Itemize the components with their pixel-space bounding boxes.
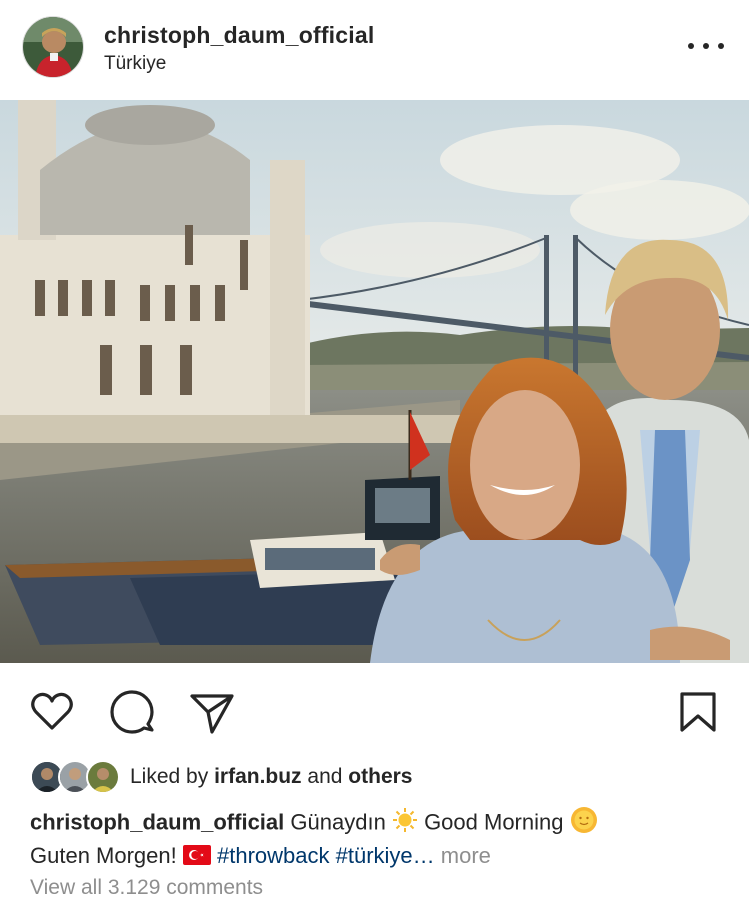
sun-icon xyxy=(392,807,418,840)
bookmark-icon[interactable] xyxy=(674,688,722,736)
action-bar xyxy=(0,680,749,740)
view-all-comments-link[interactable]: View all 3.129 comments xyxy=(30,876,263,900)
caption-more-link[interactable]: more xyxy=(441,843,491,868)
post-username[interactable]: christoph_daum_official xyxy=(104,22,374,49)
likes-text: Liked by irfan.buz and others xyxy=(130,765,412,789)
caption-hashtags[interactable]: #throwback #türkiye… xyxy=(217,843,435,868)
heart-icon[interactable] xyxy=(28,688,76,736)
comment-icon[interactable] xyxy=(108,688,156,736)
turkey-flag-icon xyxy=(182,843,211,872)
likes-prefix: Liked by xyxy=(130,765,209,788)
caption: christoph_daum_official Günaydın Good Mo… xyxy=(30,806,730,872)
likes-conjunction: and xyxy=(307,765,343,788)
liker-avatar xyxy=(86,760,120,794)
more-options-icon[interactable] xyxy=(688,36,724,56)
post-header: christoph_daum_official Türkiye xyxy=(0,0,749,100)
sun-with-face-icon xyxy=(570,806,598,841)
dot xyxy=(703,43,709,49)
dot xyxy=(718,43,724,49)
likes-row[interactable]: Liked by irfan.buz and others xyxy=(30,760,412,794)
caption-username[interactable]: christoph_daum_official xyxy=(30,809,284,834)
likes-others[interactable]: others xyxy=(348,765,412,788)
caption-text-3: Guten Morgen! xyxy=(30,843,177,868)
likes-user[interactable]: irfan.buz xyxy=(214,765,302,788)
share-icon[interactable] xyxy=(188,688,236,736)
dot xyxy=(688,43,694,49)
post-photo[interactable] xyxy=(0,100,749,663)
caption-text-2: Good Morning xyxy=(424,809,564,835)
profile-avatar[interactable] xyxy=(22,16,84,78)
post-location[interactable]: Türkiye xyxy=(104,53,166,75)
liker-avatars xyxy=(30,760,122,794)
caption-text-1: Günaydın xyxy=(290,809,386,835)
